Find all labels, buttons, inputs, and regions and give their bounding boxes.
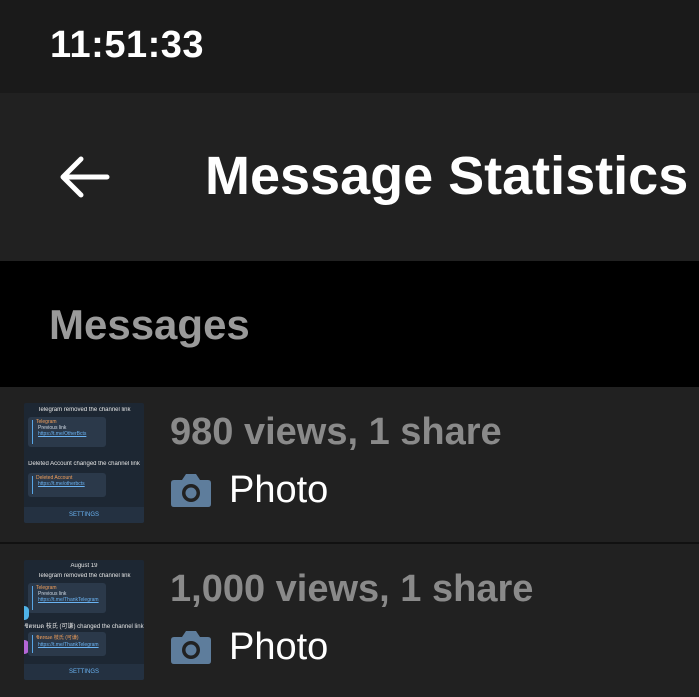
thumbnail-bubble-name: ชิตหมด 枝氏 (可谦) bbox=[36, 635, 79, 641]
page-title: Message Statistics bbox=[205, 146, 689, 206]
thumbnail-service-text: ชิตหมด 枝氏 (可谦) changed the channel link bbox=[24, 624, 144, 630]
camera-icon bbox=[171, 631, 211, 664]
thumbnail-date: August 19 bbox=[70, 563, 98, 569]
thumbnail-bubble: Deleted Account https://t.me/otherbcts bbox=[28, 473, 106, 497]
camera-icon bbox=[171, 474, 211, 507]
thumbnail-service-text: Deleted Account changed the channel link bbox=[28, 461, 140, 467]
message-row[interactable]: August 19 Telegram removed the channel l… bbox=[0, 542, 699, 697]
thumbnail-service-text: Telegram removed the channel link bbox=[37, 573, 131, 579]
thumbnail-bubble-link: https://t.me/ThankTelegram bbox=[38, 597, 99, 603]
thumbnail-bubble: ชิตหมด 枝氏 (可谦) https://t.me/ThankTelegra… bbox=[28, 632, 106, 656]
message-thumbnail: August 19 Telegram removed the channel l… bbox=[24, 560, 144, 680]
message-type: Photo bbox=[170, 625, 328, 669]
back-button[interactable] bbox=[44, 137, 124, 217]
status-time: 11:51:33 bbox=[50, 24, 205, 66]
thumbnail-bubble-link: https://t.me/ThankTelegram bbox=[38, 642, 99, 648]
app-bar: Message Statistics bbox=[0, 93, 699, 261]
message-stats: 1,000 views, 1 share bbox=[170, 568, 534, 610]
avatar-dot bbox=[24, 606, 29, 620]
thumbnail-bubble-link: https://t.me/otherbcts bbox=[38, 481, 85, 487]
arrow-left-icon bbox=[60, 156, 110, 198]
thumbnail-bubble: Telegram Previous link https://t.me/Than… bbox=[28, 583, 106, 613]
message-type-label: Photo bbox=[229, 625, 329, 668]
message-list: Telegram removed the channel link Telegr… bbox=[0, 387, 699, 697]
message-type-label: Photo bbox=[229, 468, 329, 511]
section-title: Messages bbox=[49, 301, 250, 348]
thumbnail-settings-button: SETTINGS bbox=[24, 507, 144, 523]
message-type: Photo bbox=[170, 468, 328, 512]
status-bar: 11:51:33 bbox=[0, 0, 699, 93]
message-row[interactable]: Telegram removed the channel link Telegr… bbox=[0, 387, 699, 542]
section-header: Messages bbox=[0, 261, 699, 387]
thumbnail-settings-button: SETTINGS bbox=[24, 664, 144, 680]
thumbnail-service-text: Telegram removed the channel link bbox=[37, 407, 131, 413]
thumbnail-bubble-link: https://t.me/OtherBcts bbox=[38, 431, 87, 437]
message-thumbnail: Telegram removed the channel link Telegr… bbox=[24, 403, 144, 523]
message-stats: 980 views, 1 share bbox=[170, 411, 502, 453]
thumbnail-bubble: Telegram Previous link https://t.me/Othe… bbox=[28, 417, 106, 447]
